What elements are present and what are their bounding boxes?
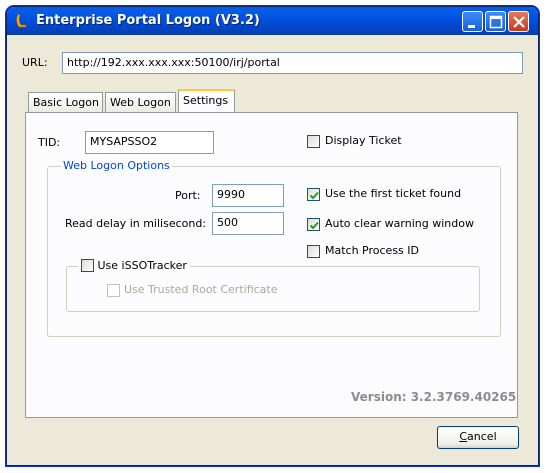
- settings-panel: TID: MYSAPSSO2 Display Ticket Web Logon …: [25, 112, 518, 418]
- port-field[interactable]: 9990: [212, 184, 284, 207]
- tid-label: TID:: [38, 136, 61, 149]
- match-process-checkbox[interactable]: [307, 245, 320, 258]
- read-delay-label: Read delay in milisecond:: [65, 217, 207, 230]
- port-label: Port:: [175, 189, 201, 202]
- title-bar[interactable]: Enterprise Portal Logon (V3.2): [7, 7, 538, 35]
- checkmark-icon: [309, 221, 319, 230]
- use-first-ticket-label: Use the first ticket found: [325, 187, 462, 200]
- auto-clear-label: Auto clear warning window: [325, 217, 474, 230]
- cancel-mnemonic: C: [459, 430, 468, 443]
- checkmark-icon: [309, 191, 319, 200]
- isso-tracker-label: Use iSSOTracker: [97, 259, 187, 272]
- minimize-button[interactable]: [462, 11, 483, 32]
- cancel-label: ancel: [467, 430, 497, 443]
- display-ticket-checkbox[interactable]: [307, 135, 320, 148]
- tab-basic-logon[interactable]: Basic Logon: [28, 92, 103, 112]
- url-label: URL:: [22, 56, 48, 69]
- url-field[interactable]: http://192.xxx.xxx.xxx:50100/irj/portal: [62, 52, 523, 74]
- tab-settings[interactable]: Settings: [178, 89, 235, 112]
- isso-tracker-checkbox[interactable]: [81, 258, 94, 272]
- use-first-ticket-checkbox[interactable]: [307, 188, 320, 201]
- display-ticket-label: Display Ticket: [325, 134, 402, 147]
- trusted-root-checkbox[interactable]: [107, 284, 120, 297]
- maximize-button[interactable]: [485, 11, 506, 32]
- auto-clear-checkbox[interactable]: [307, 218, 320, 231]
- read-delay-field[interactable]: 500: [212, 212, 284, 235]
- close-button[interactable]: [508, 11, 529, 32]
- isso-tracker-legend: Use iSSOTracker: [78, 258, 190, 273]
- match-process-label: Match Process ID: [325, 244, 419, 257]
- maximize-icon: [489, 15, 503, 29]
- dialog-window: Enterprise Portal Logon (V3.2) URL: http…: [6, 6, 539, 466]
- minimize-icon: [468, 25, 475, 28]
- trusted-root-label: Use Trusted Root Certificate: [124, 283, 278, 296]
- version-label: Version: 3.2.3769.40265: [351, 390, 517, 404]
- web-logon-options-legend: Web Logon Options: [61, 159, 172, 172]
- tid-field[interactable]: MYSAPSSO2: [85, 131, 214, 154]
- close-icon: [513, 16, 525, 28]
- app-icon: [13, 12, 31, 30]
- window-title: Enterprise Portal Logon (V3.2): [36, 13, 260, 28]
- cancel-button[interactable]: Cancel: [437, 426, 519, 449]
- tab-web-logon[interactable]: Web Logon: [105, 92, 176, 112]
